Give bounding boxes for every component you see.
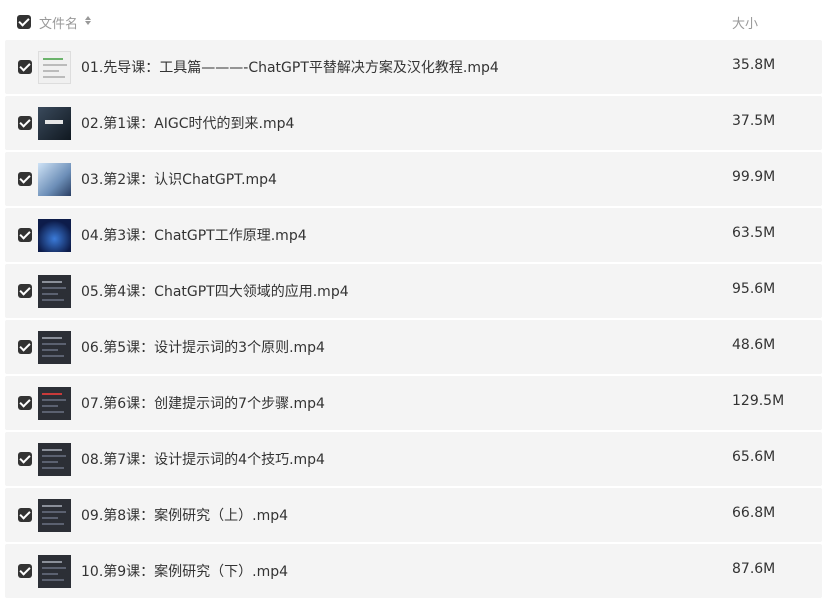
row-checkbox[interactable] bbox=[18, 116, 32, 130]
video-thumbnail bbox=[38, 51, 71, 84]
column-header-size: 大小 bbox=[732, 17, 759, 32]
file-size: 35.8M bbox=[732, 57, 776, 73]
file-name[interactable]: 07.第6课：创建提示词的7个步骤.mp4 bbox=[81, 393, 325, 413]
video-thumbnail bbox=[38, 107, 71, 140]
file-row[interactable]: 05.第4课：ChatGPT四大领域的应用.mp4 95.6M bbox=[5, 264, 822, 318]
file-list: 01.先导课：工具篇———-ChatGPT平替解决方案及汉化教程.mp4 35.… bbox=[5, 40, 822, 600]
row-checkbox[interactable] bbox=[18, 228, 32, 242]
row-checkbox[interactable] bbox=[18, 452, 32, 466]
file-size: 37.5M bbox=[732, 113, 776, 129]
video-thumbnail bbox=[38, 443, 71, 476]
row-checkbox[interactable] bbox=[18, 564, 32, 578]
file-size: 65.6M bbox=[732, 449, 776, 465]
file-size: 95.6M bbox=[732, 281, 776, 297]
file-row[interactable]: 08.第7课：设计提示词的4个技巧.mp4 65.6M bbox=[5, 432, 822, 486]
file-list-header: 文件名 大小 bbox=[0, 0, 822, 40]
file-row[interactable]: 01.先导课：工具篇———-ChatGPT平替解决方案及汉化教程.mp4 35.… bbox=[5, 40, 822, 94]
file-row[interactable]: 07.第6课：创建提示词的7个步骤.mp4 129.5M bbox=[5, 376, 822, 430]
file-name[interactable]: 02.第1课：AIGC时代的到来.mp4 bbox=[81, 113, 294, 133]
file-size: 66.8M bbox=[732, 505, 776, 521]
file-name[interactable]: 04.第3课：ChatGPT工作原理.mp4 bbox=[81, 225, 307, 245]
file-size: 63.5M bbox=[732, 225, 776, 241]
file-row[interactable]: 03.第2课：认识ChatGPT.mp4 99.9M bbox=[5, 152, 822, 206]
row-checkbox[interactable] bbox=[18, 172, 32, 186]
video-thumbnail bbox=[38, 219, 71, 252]
video-thumbnail bbox=[38, 275, 71, 308]
file-name[interactable]: 05.第4课：ChatGPT四大领域的应用.mp4 bbox=[81, 281, 349, 301]
row-checkbox[interactable] bbox=[18, 340, 32, 354]
file-name[interactable]: 01.先导课：工具篇———-ChatGPT平替解决方案及汉化教程.mp4 bbox=[81, 57, 499, 77]
select-all-checkbox[interactable] bbox=[17, 15, 31, 29]
sort-icon[interactable] bbox=[85, 16, 91, 26]
file-size: 99.9M bbox=[732, 169, 776, 185]
column-header-name[interactable]: 文件名 bbox=[39, 13, 78, 32]
file-row[interactable]: 04.第3课：ChatGPT工作原理.mp4 63.5M bbox=[5, 208, 822, 262]
file-name[interactable]: 10.第9课：案例研究（下）.mp4 bbox=[81, 561, 288, 581]
row-checkbox[interactable] bbox=[18, 396, 32, 410]
video-thumbnail bbox=[38, 331, 71, 364]
row-checkbox[interactable] bbox=[18, 60, 32, 74]
file-name[interactable]: 06.第5课：设计提示词的3个原则.mp4 bbox=[81, 337, 325, 357]
video-thumbnail bbox=[38, 387, 71, 420]
file-size: 129.5M bbox=[732, 393, 785, 409]
file-row[interactable]: 10.第9课：案例研究（下）.mp4 87.6M bbox=[5, 544, 822, 598]
file-name[interactable]: 03.第2课：认识ChatGPT.mp4 bbox=[81, 169, 277, 189]
video-thumbnail bbox=[38, 499, 71, 532]
row-checkbox[interactable] bbox=[18, 508, 32, 522]
file-size: 48.6M bbox=[732, 337, 776, 353]
file-name[interactable]: 09.第8课：案例研究（上）.mp4 bbox=[81, 505, 288, 525]
row-checkbox[interactable] bbox=[18, 284, 32, 298]
file-row[interactable]: 02.第1课：AIGC时代的到来.mp4 37.5M bbox=[5, 96, 822, 150]
file-row[interactable]: 06.第5课：设计提示词的3个原则.mp4 48.6M bbox=[5, 320, 822, 374]
file-name[interactable]: 08.第7课：设计提示词的4个技巧.mp4 bbox=[81, 449, 325, 469]
video-thumbnail bbox=[38, 163, 71, 196]
file-size: 87.6M bbox=[732, 561, 776, 577]
file-row[interactable]: 09.第8课：案例研究（上）.mp4 66.8M bbox=[5, 488, 822, 542]
video-thumbnail bbox=[38, 555, 71, 588]
